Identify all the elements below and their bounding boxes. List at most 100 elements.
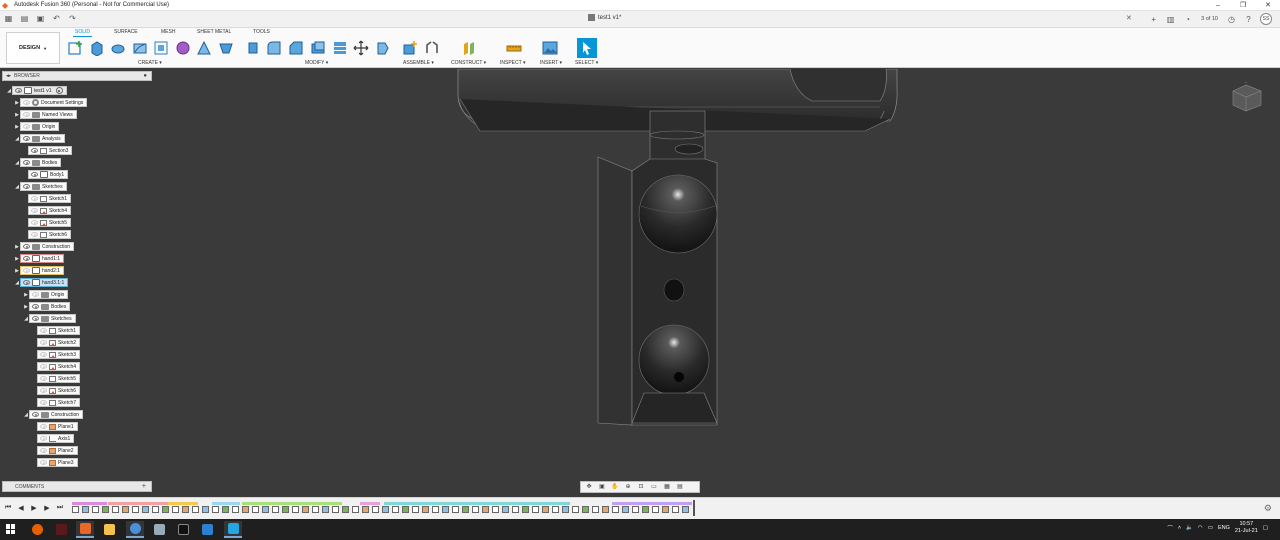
collapse-panel-icon[interactable]: ◂▸ xyxy=(6,73,11,79)
browser-node-construction[interactable]: ▶ Construction xyxy=(14,242,75,251)
browser-node-construction[interactable]: ◢ Construction xyxy=(23,410,84,419)
browser-node-origin[interactable]: ▶ Origin xyxy=(14,122,60,131)
browser-node-box[interactable]: Named Views xyxy=(20,110,77,119)
timeline-feature[interactable] xyxy=(202,506,209,513)
chamfer-icon[interactable] xyxy=(288,40,304,56)
browser-node-box[interactable]: Bodies xyxy=(20,158,62,167)
play-icon[interactable]: ▶ xyxy=(29,504,39,512)
chrome-taskbar-icon[interactable] xyxy=(126,521,144,538)
browser-node-bodies[interactable]: ◢ Bodies xyxy=(14,158,62,167)
wifi-icon[interactable]: ◠ xyxy=(1198,525,1203,531)
network-icon[interactable]: ⌒ xyxy=(1167,524,1173,532)
visibility-eye-icon[interactable] xyxy=(31,232,38,237)
visibility-eye-icon[interactable] xyxy=(23,184,30,189)
timeline-feature[interactable] xyxy=(102,506,109,513)
app-taskbar-icon[interactable] xyxy=(52,521,70,538)
battery-icon[interactable]: ▭ xyxy=(1208,525,1213,531)
timeline-feature[interactable] xyxy=(682,506,689,513)
browser-node-box[interactable]: Sketch1 xyxy=(37,326,81,335)
browser-node-sketch1[interactable]: Sketch1 xyxy=(22,194,72,203)
timeline-group[interactable] xyxy=(360,502,380,505)
firefox-taskbar-icon[interactable] xyxy=(28,521,46,538)
browser-node-sketch3[interactable]: Sketch3 xyxy=(31,350,81,359)
select-menu[interactable]: SELECT ▾ xyxy=(575,60,598,66)
timeline-settings-icon[interactable]: ⚙ xyxy=(1264,503,1272,514)
visibility-eye-icon[interactable] xyxy=(40,376,47,381)
timeline-feature[interactable] xyxy=(462,506,469,513)
visibility-eye-icon[interactable] xyxy=(23,136,30,141)
browser-node-sketch5[interactable]: Sketch5 xyxy=(22,218,72,227)
browser-node-box[interactable]: Sketch1 xyxy=(28,194,72,203)
timeline-feature[interactable] xyxy=(472,506,479,513)
browser-node-box[interactable]: Sketch6 xyxy=(37,386,81,395)
timeline-group[interactable] xyxy=(72,502,107,505)
timeline-feature[interactable] xyxy=(492,506,499,513)
visibility-eye-icon[interactable] xyxy=(15,88,22,93)
timeline-group[interactable] xyxy=(612,502,692,505)
redo-icon[interactable]: ↷ xyxy=(67,13,78,24)
browser-node-box[interactable]: Sketches xyxy=(20,182,67,191)
joint-icon[interactable] xyxy=(424,40,440,56)
data-panel-icon[interactable]: ▦ xyxy=(3,13,14,24)
browser-panel-header[interactable]: ◂▸ BROWSER ● xyxy=(2,71,152,81)
save-icon[interactable]: ▣ xyxy=(35,13,46,24)
zoom-icon[interactable]: ⊕ xyxy=(622,483,634,492)
browser-node-sketches[interactable]: ◢ Sketches xyxy=(14,182,67,191)
file-explorer-taskbar-icon[interactable] xyxy=(100,521,118,538)
workspace-switcher[interactable]: DESIGN ▼ xyxy=(6,32,60,64)
fit-icon[interactable]: ⊡ xyxy=(635,483,647,492)
create-menu[interactable]: CREATE ▾ xyxy=(138,60,162,66)
visibility-eye-icon[interactable] xyxy=(32,412,39,417)
visibility-eye-icon[interactable] xyxy=(40,340,47,345)
measure-icon[interactable] xyxy=(506,40,522,56)
construct-menu[interactable]: CONSTRUCT ▾ xyxy=(451,60,486,66)
revolve-icon[interactable] xyxy=(110,40,126,56)
add-comment-icon[interactable]: + xyxy=(142,483,146,490)
timeline-feature[interactable] xyxy=(512,506,519,513)
browser-node-sketch5[interactable]: Sketch5 xyxy=(31,374,81,383)
timeline-feature[interactable] xyxy=(552,506,559,513)
timeline-feature[interactable] xyxy=(452,506,459,513)
visibility-eye-icon[interactable] xyxy=(40,364,47,369)
browser-node-box[interactable]: Document Settings xyxy=(20,98,88,107)
browser-node-box[interactable]: Body1 xyxy=(28,170,69,179)
timeline-feature[interactable] xyxy=(292,506,299,513)
sweep-icon[interactable] xyxy=(132,40,148,56)
browser-node-box[interactable]: Construction xyxy=(20,242,75,251)
timeline-feature[interactable] xyxy=(662,506,669,513)
browser-node-box[interactable]: Plane1 xyxy=(37,422,78,431)
job-status-icon[interactable]: ◔ xyxy=(1182,14,1193,25)
browser-node-box[interactable]: Sketch3 xyxy=(37,350,81,359)
timeline-feature[interactable] xyxy=(82,506,89,513)
browser-node-box[interactable]: Sketch2 xyxy=(37,338,81,347)
visibility-eye-icon[interactable] xyxy=(40,328,47,333)
visibility-eye-icon[interactable] xyxy=(40,436,47,441)
browser-node-bodies[interactable]: ▶ Bodies xyxy=(23,302,71,311)
browser-node-plane3[interactable]: Plane3 xyxy=(31,458,78,467)
extrude-icon[interactable] xyxy=(89,40,105,56)
visibility-eye-icon[interactable] xyxy=(23,256,30,261)
timeline-feature[interactable] xyxy=(562,506,569,513)
timeline-feature[interactable] xyxy=(382,506,389,513)
assemble-menu[interactable]: ASSEMBLE ▾ xyxy=(403,60,434,66)
timeline-feature[interactable] xyxy=(162,506,169,513)
activate-radio-icon[interactable] xyxy=(55,87,63,94)
browser-node-hand2-1[interactable]: ▶ hand2:1 xyxy=(14,266,65,275)
timeline-feature[interactable] xyxy=(232,506,239,513)
timeline-feature[interactable] xyxy=(272,506,279,513)
visibility-eye-icon[interactable] xyxy=(31,220,38,225)
browser-node-section3[interactable]: Section3 xyxy=(22,146,73,155)
visibility-eye-icon[interactable] xyxy=(23,160,30,165)
timeline-feature[interactable] xyxy=(592,506,599,513)
create-sketch-icon[interactable] xyxy=(68,40,84,56)
visibility-eye-icon[interactable] xyxy=(23,268,30,273)
visibility-eye-icon[interactable] xyxy=(40,424,47,429)
new-tab-icon[interactable]: + xyxy=(1148,14,1159,25)
timeline-feature[interactable] xyxy=(422,506,429,513)
timeline-feature[interactable] xyxy=(282,506,289,513)
timeline-feature[interactable] xyxy=(92,506,99,513)
web-icon[interactable] xyxy=(218,40,234,56)
timeline-feature[interactable] xyxy=(252,506,259,513)
job-status-text[interactable]: 3 of 10 xyxy=(1199,16,1220,22)
clock[interactable]: 10:57 21-Jul-21 xyxy=(1235,521,1258,535)
